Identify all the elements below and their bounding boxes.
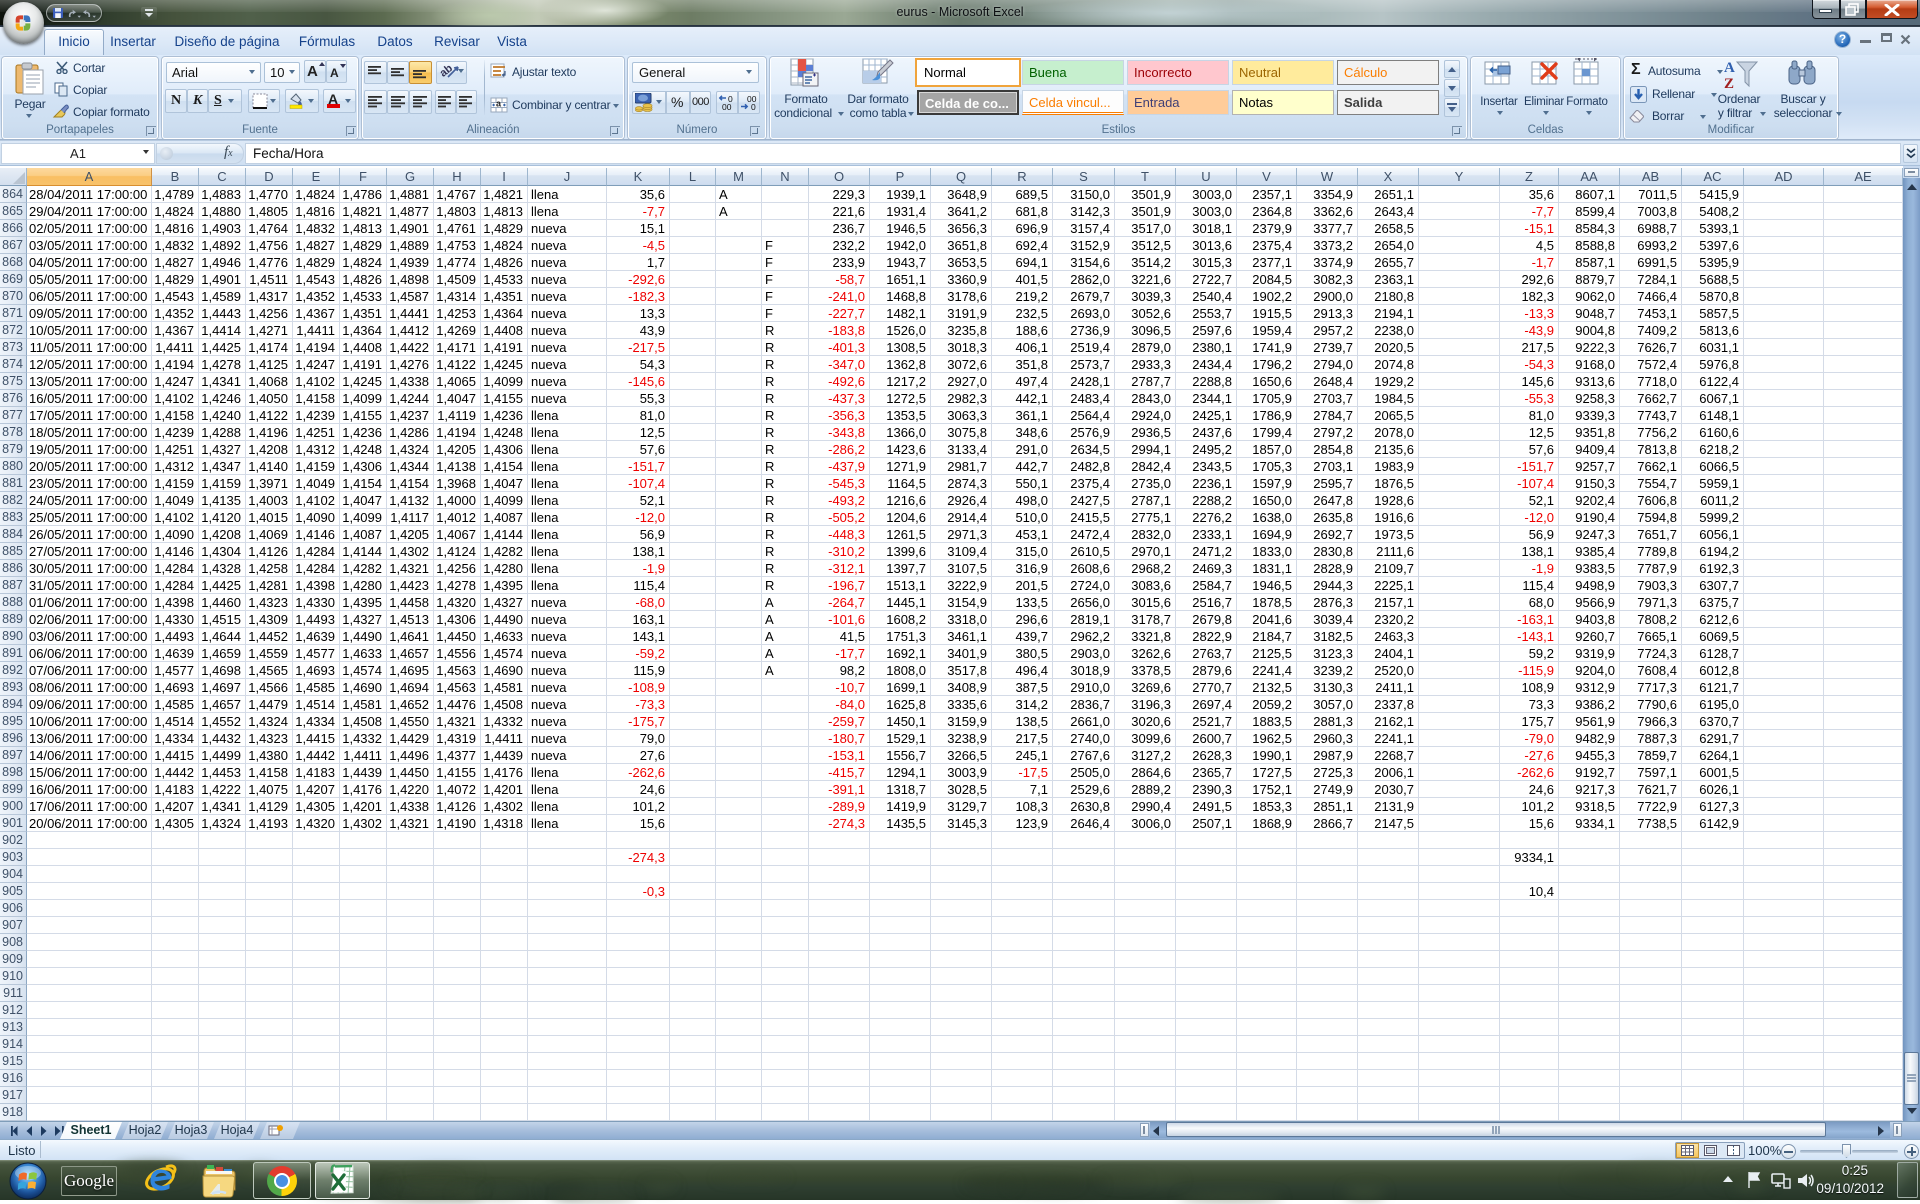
svg-text:0: 0: [751, 102, 756, 111]
svg-text:A: A: [1724, 60, 1735, 76]
svg-text:00: 00: [722, 102, 732, 111]
svg-text:Z: Z: [1724, 76, 1734, 90]
